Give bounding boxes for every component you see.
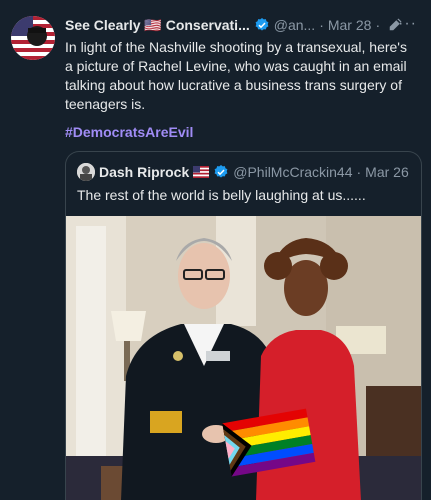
author-avatar[interactable]: [11, 16, 55, 60]
verified-badge-icon: [255, 18, 269, 31]
header-separator: ·: [375, 17, 381, 33]
verified-badge-icon: [214, 165, 228, 178]
tweet[interactable]: See Clearly 🇺🇸 Conservati... @an... · Ma…: [0, 0, 431, 500]
quoted-tweet[interactable]: Dash Riprock @PhilMcCrackin44 · Mar 26 T…: [65, 151, 422, 500]
quote-author-handle[interactable]: @PhilMcCrackin44: [233, 164, 352, 180]
hashtag-link[interactable]: #DemocratsAreEvil: [65, 124, 193, 140]
quote-author-name[interactable]: Dash Riprock: [99, 164, 189, 180]
tweet-date[interactable]: Mar 28: [328, 17, 372, 33]
quote-author-avatar[interactable]: [77, 163, 95, 181]
quote-separator: ·: [356, 164, 362, 180]
more-options-icon[interactable]: ···: [398, 15, 417, 33]
quote-text: The rest of the world is belly laughing …: [77, 187, 366, 203]
author-name[interactable]: See Clearly 🇺🇸 Conservati...: [65, 17, 250, 34]
header-separator: ·: [319, 17, 324, 33]
quote-date[interactable]: Mar 26: [365, 164, 409, 180]
tweet-body: In light of the Nashville shooting by a …: [65, 39, 407, 112]
author-handle[interactable]: @an...: [274, 17, 315, 33]
quote-header: Dash Riprock @PhilMcCrackin44 · Mar 26: [77, 163, 409, 181]
us-flag-icon: [193, 166, 210, 178]
quote-photo[interactable]: [66, 216, 421, 500]
tweet-header: See Clearly 🇺🇸 Conservati... @an... · Ma…: [65, 15, 425, 35]
